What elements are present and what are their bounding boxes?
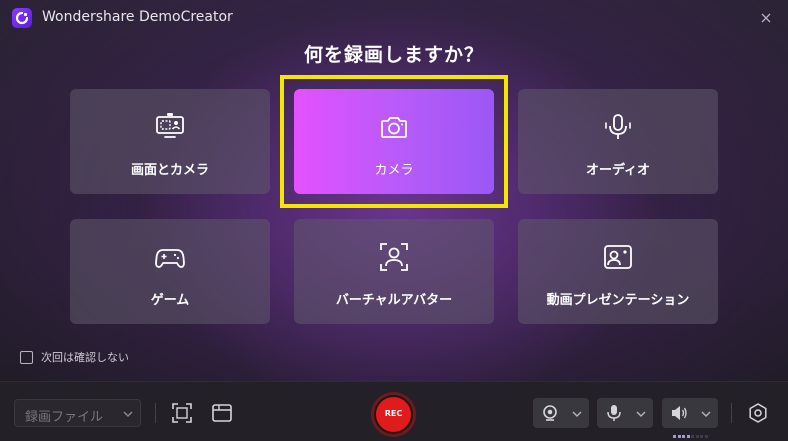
- recording-file-value: 録画ファイル: [25, 410, 104, 425]
- volume-bar: [704, 435, 708, 438]
- app-logo-icon: [12, 8, 32, 28]
- skip-next-option[interactable]: 次回は確認しない: [20, 349, 129, 365]
- mode-card-audio[interactable]: オーディオ: [518, 89, 718, 194]
- chevron-down-icon: [636, 411, 646, 417]
- selection-highlight: [280, 75, 508, 208]
- divider: [155, 403, 156, 423]
- mode-label: 画面とカメラ: [130, 163, 209, 178]
- volume-bar: [686, 435, 690, 438]
- mode-card-virtual-avatar[interactable]: バーチャルアバター: [294, 219, 494, 324]
- page-title: 何を録画しますか？: [303, 44, 484, 66]
- volume-level-meter: [673, 423, 713, 438]
- mode-card-video-presentation[interactable]: 動画プレゼンテーション: [518, 219, 718, 324]
- webcam-device-select[interactable]: [533, 398, 589, 428]
- chevron-down-icon: [701, 411, 711, 417]
- close-button[interactable]: [756, 8, 776, 28]
- system-audio-select[interactable]: [662, 398, 718, 438]
- mode-label: バーチャルアバター: [335, 293, 453, 308]
- title-bar: Wondershare DemoCreator: [0, 0, 788, 36]
- volume-bar: [700, 435, 703, 438]
- volume-bar: [695, 435, 699, 438]
- microphone-icon: [607, 405, 621, 421]
- microphone-icon: [605, 114, 631, 139]
- window-select-icon[interactable]: [211, 402, 233, 424]
- skip-next-checkbox[interactable]: [20, 350, 33, 364]
- mode-label: オーディオ: [585, 163, 651, 178]
- record-button[interactable]: REC: [374, 395, 413, 434]
- divider: [731, 403, 732, 423]
- mode-label: 動画プレゼンテーション: [546, 293, 690, 308]
- recording-file-select[interactable]: 録画ファイル: [14, 399, 141, 427]
- speaker-icon: [672, 406, 687, 420]
- close-icon: [761, 13, 771, 23]
- screen-camera-icon: [156, 113, 184, 138]
- avatar-frame-icon: [380, 243, 408, 271]
- chevron-down-icon: [572, 411, 582, 417]
- webcam-icon: [543, 405, 557, 421]
- presentation-icon: [604, 245, 632, 269]
- region-select-icon[interactable]: [171, 402, 193, 424]
- volume-bar: [682, 435, 685, 438]
- volume-bar: [677, 435, 681, 438]
- gamepad-icon: [155, 249, 185, 268]
- skip-next-label: 次回は確認しない: [41, 351, 129, 364]
- volume-bar: [691, 435, 694, 438]
- settings-icon[interactable]: [747, 402, 769, 424]
- chevron-down-icon: [123, 411, 133, 418]
- app-title: Wondershare DemoCreator: [42, 9, 233, 25]
- mode-card-game[interactable]: ゲーム: [70, 219, 270, 324]
- mode-label: ゲーム: [150, 293, 190, 308]
- volume-bar: [673, 435, 676, 438]
- mode-card-screen-camera[interactable]: 画面とカメラ: [70, 89, 270, 194]
- record-label: REC: [384, 409, 403, 418]
- bottom-toolbar: 録画ファイル REC: [0, 381, 788, 441]
- microphone-device-select[interactable]: [597, 398, 653, 428]
